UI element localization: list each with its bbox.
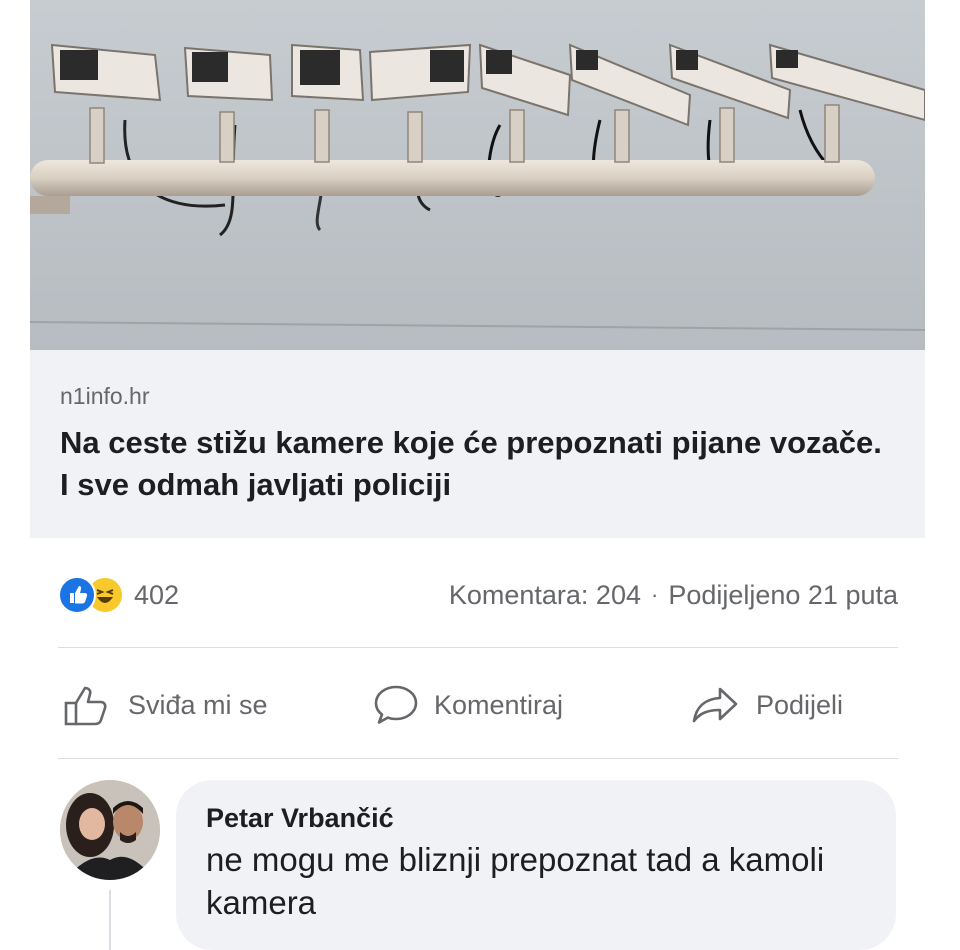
like-label: Sviđa mi se bbox=[128, 689, 268, 720]
comment-author[interactable]: Petar Vrbančić bbox=[206, 798, 866, 838]
like-icon bbox=[58, 576, 96, 614]
thread-line bbox=[109, 890, 111, 950]
comment-bubble[interactable]: Petar Vrbančić ne mogu me bliznji prepoz… bbox=[176, 780, 896, 950]
comment-text: ne mogu me bliznji prepoznat tad a kamol… bbox=[206, 841, 825, 921]
engagement-summary: Komentara: 204 · Podijeljeno 21 puta bbox=[449, 575, 898, 615]
link-preview-card[interactable]: n1info.hr Na ceste stižu kamere koje će … bbox=[30, 0, 925, 538]
divider bbox=[58, 758, 898, 759]
comments-count[interactable]: Komentara: 204 bbox=[449, 580, 641, 611]
thumbs-up-icon bbox=[64, 686, 107, 726]
post-stats-row: 402 Komentara: 204 · Podijeljeno 21 puta bbox=[58, 575, 898, 615]
avatar[interactable] bbox=[60, 780, 160, 880]
share-label: Podijeli bbox=[756, 689, 844, 720]
separator-dot: · bbox=[650, 582, 659, 607]
speech-bubble-icon bbox=[374, 685, 418, 724]
divider bbox=[58, 647, 898, 648]
shares-count[interactable]: Podijeljeno 21 puta bbox=[668, 580, 898, 611]
profile-photo bbox=[60, 780, 160, 880]
like-button[interactable]: Sviđa mi se bbox=[62, 675, 268, 735]
share-arrow-icon bbox=[692, 687, 738, 723]
share-button[interactable]: Podijeli bbox=[690, 675, 843, 735]
comment-button[interactable]: Komentiraj bbox=[372, 675, 563, 735]
link-preview-image[interactable] bbox=[30, 0, 925, 350]
link-domain[interactable]: n1info.hr bbox=[60, 383, 150, 410]
reaction-count: 402 bbox=[134, 579, 180, 610]
post-actions-bar: Sviđa mi se Komentiraj Podijeli bbox=[58, 675, 898, 735]
comment-item: Petar Vrbančić ne mogu me bliznji prepoz… bbox=[58, 780, 928, 950]
comment-label: Komentiraj bbox=[434, 689, 564, 720]
traffic-cameras-photo bbox=[30, 0, 925, 350]
reactions-summary[interactable]: 402 bbox=[58, 575, 179, 615]
link-title[interactable]: Na ceste stižu kamere koje će prepoznati… bbox=[60, 422, 890, 506]
